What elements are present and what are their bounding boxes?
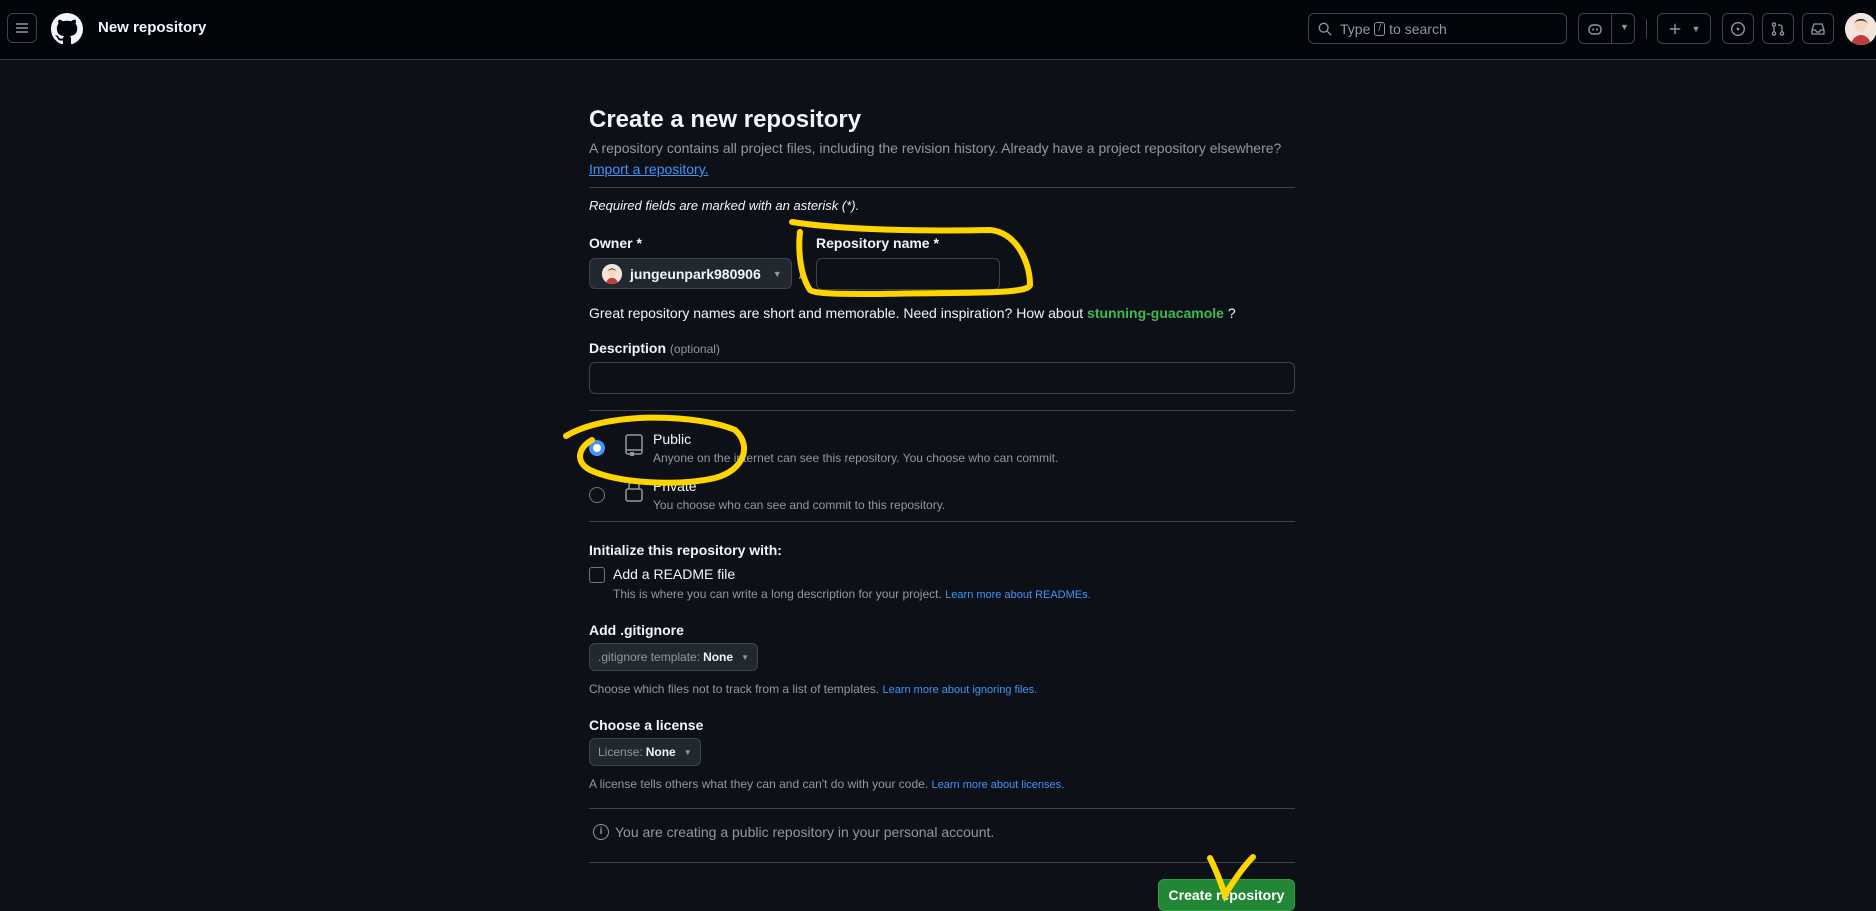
issues-button[interactable] — [1722, 13, 1754, 44]
initialize-label: Initialize this repository with: — [589, 542, 782, 558]
license-select[interactable]: License: None ▼ — [589, 738, 701, 766]
issue-icon — [1730, 21, 1746, 36]
chevron-down-icon: ▼ — [1691, 23, 1701, 34]
repo-icon — [625, 434, 643, 456]
inbox-icon — [1811, 22, 1825, 35]
page-subtitle: A repository contains all project files,… — [589, 140, 1282, 156]
public-description: Anyone on the internet can see this repo… — [653, 451, 1059, 465]
plus-icon — [1669, 23, 1680, 34]
visibility-private-radio[interactable] — [589, 487, 605, 503]
global-header: New repository Type / to search ▼ ▼ — [0, 0, 1876, 60]
divider — [589, 808, 1295, 809]
user-avatar-image — [1845, 13, 1876, 45]
search-input[interactable]: Type / to search — [1308, 13, 1567, 44]
copilot-button[interactable]: ▼ — [1578, 13, 1635, 44]
search-icon — [1318, 22, 1332, 36]
create-new-button[interactable]: ▼ — [1657, 13, 1711, 44]
pull-request-icon — [1771, 21, 1785, 36]
description-input[interactable] — [589, 362, 1295, 394]
required-fields-note: Required fields are marked with an aster… — [589, 198, 860, 213]
private-title: Private — [653, 478, 697, 494]
optional-hint: (optional) — [669, 342, 720, 356]
notice-text: You are creating a public repository in … — [615, 824, 995, 840]
search-shortcut-key: / — [1374, 21, 1386, 36]
owner-select[interactable]: jungeunpark980906 ▼ — [589, 258, 792, 289]
name-suggestion: Great repository names are short and mem… — [589, 305, 1236, 321]
suggestion-suffix: ? — [1227, 305, 1236, 321]
chevron-down-icon[interactable]: ▼ — [1620, 22, 1629, 32]
user-avatar[interactable] — [1845, 13, 1876, 45]
license-select-value: None — [645, 745, 676, 759]
suggestion-text: Great repository names are short and mem… — [589, 305, 1084, 321]
search-suffix: to search — [1389, 20, 1447, 37]
menu-button[interactable] — [7, 13, 37, 43]
readme-description: This is where you can write a long descr… — [613, 587, 1091, 601]
chevron-down-icon: ▼ — [741, 652, 749, 662]
owner-avatar — [602, 263, 622, 284]
chevron-down-icon: ▼ — [683, 747, 692, 757]
add-readme-label[interactable]: Add a README file — [613, 566, 735, 582]
suggested-name-link[interactable]: stunning-guacamole — [1087, 305, 1224, 321]
gitignore-template-select[interactable]: .gitignore template: None ▼ — [589, 643, 758, 671]
public-title: Public — [653, 431, 692, 447]
import-repository-link[interactable]: Import a repository. — [589, 161, 709, 177]
license-description: A license tells others what they can and… — [589, 777, 1064, 791]
owner-name: jungeunpark980906 — [630, 265, 761, 282]
hamburger-icon — [16, 23, 28, 33]
readme-desc-text: This is where you can write a long descr… — [613, 587, 942, 601]
divider — [589, 862, 1295, 863]
gitignore-desc-text: Choose which files not to track from a l… — [589, 682, 880, 696]
copilot-icon — [1588, 23, 1602, 35]
pull-requests-button[interactable] — [1762, 13, 1794, 44]
add-readme-checkbox[interactable] — [589, 567, 605, 583]
gitignore-description: Choose which files not to track from a l… — [589, 682, 1037, 696]
owner-label: Owner * — [589, 235, 642, 251]
info-icon: i — [593, 824, 609, 840]
description-label: Description (optional) — [589, 340, 720, 356]
license-learn-more-link[interactable]: Learn more about licenses. — [932, 779, 1065, 791]
lock-icon — [625, 480, 643, 502]
chevron-down-icon: ▼ — [772, 268, 782, 279]
page-title: Create a new repository — [589, 106, 862, 133]
github-logo-icon[interactable] — [51, 13, 83, 45]
divider — [589, 187, 1295, 188]
header-divider — [1646, 19, 1647, 38]
inbox-button[interactable] — [1802, 13, 1834, 44]
gitignore-select-prefix: .gitignore template: — [598, 650, 701, 664]
owner-repo-separator: / — [799, 263, 805, 283]
license-select-prefix: License: — [598, 745, 643, 759]
create-repository-button[interactable]: Create repository — [1158, 879, 1295, 911]
visibility-notice: i You are creating a public repository i… — [593, 824, 994, 840]
search-prefix: Type — [1340, 20, 1371, 37]
page-context-title: New repository — [98, 19, 207, 36]
divider — [589, 521, 1295, 522]
repository-name-label: Repository name * — [816, 235, 939, 251]
visibility-public-radio[interactable] — [589, 440, 605, 456]
copilot-separator — [1611, 14, 1612, 43]
description-label-text: Description — [589, 340, 667, 356]
gitignore-label: Add .gitignore — [589, 622, 684, 638]
repository-name-input[interactable] — [816, 258, 1000, 290]
license-label: Choose a license — [589, 717, 704, 733]
gitignore-select-value: None — [703, 650, 734, 664]
divider — [589, 410, 1295, 411]
gitignore-learn-more-link[interactable]: Learn more about ignoring files. — [882, 684, 1037, 696]
private-description: You choose who can see and commit to thi… — [653, 498, 946, 512]
license-desc-text: A license tells others what they can and… — [589, 777, 929, 791]
readme-learn-more-link[interactable]: Learn more about READMEs. — [945, 589, 1091, 601]
